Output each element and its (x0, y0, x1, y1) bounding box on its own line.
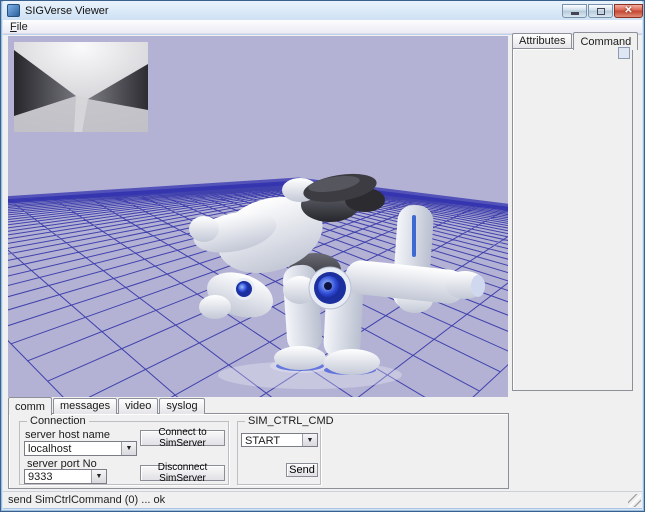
chevron-down-icon: ▼ (91, 470, 106, 483)
app-window: SIGVerse Viewer ✕ File (0, 0, 645, 512)
chevron-down-icon: ▼ (121, 442, 136, 455)
viewport-3d-canvas[interactable] (8, 36, 508, 397)
status-bar: send SimCtrlCommand (0) ... ok (3, 491, 642, 508)
server-host-label: server host name (25, 429, 110, 441)
minimize-button[interactable] (562, 4, 587, 18)
window-title: SIGVerse Viewer (25, 5, 109, 17)
maximize-icon (597, 8, 605, 15)
camera-preview (14, 42, 148, 132)
tab-syslog[interactable]: syslog (159, 398, 204, 414)
connection-legend: Connection (27, 415, 89, 427)
maximize-button[interactable] (588, 4, 613, 18)
disconnect-button[interactable]: Disconnect SimServer (140, 465, 225, 481)
sim-ctrl-cmd-select[interactable]: START ▼ (241, 433, 318, 447)
close-button[interactable]: ✕ (614, 4, 643, 18)
sim-ctrl-legend: SIM_CTRL_CMD (245, 415, 337, 427)
menu-bar: File (3, 20, 642, 34)
server-host-select[interactable]: localhost ▼ (24, 441, 137, 456)
server-port-select[interactable]: 9333 ▼ (24, 469, 107, 484)
menu-file[interactable]: File (3, 20, 35, 34)
connect-button[interactable]: Connect to SimServer (140, 430, 225, 446)
panel-handle[interactable] (618, 47, 630, 59)
client-area: Attributes Command general ▼ 送信対象選択 Broa… (3, 35, 642, 508)
tab-video[interactable]: video (118, 398, 158, 414)
tab-messages[interactable]: messages (53, 398, 117, 414)
send-button[interactable]: Send (286, 463, 318, 477)
title-bar[interactable]: SIGVerse Viewer (3, 1, 642, 20)
chevron-down-icon: ▼ (302, 434, 317, 446)
resize-grip-icon[interactable] (628, 494, 641, 507)
command-panel (512, 48, 633, 391)
tab-comm[interactable]: comm (8, 397, 52, 415)
status-text: send SimCtrlCommand (0) ... ok (3, 494, 165, 506)
close-icon: ✕ (624, 7, 632, 15)
minimize-icon (571, 12, 579, 15)
app-icon (7, 4, 20, 17)
tab-attributes[interactable]: Attributes (512, 33, 572, 49)
